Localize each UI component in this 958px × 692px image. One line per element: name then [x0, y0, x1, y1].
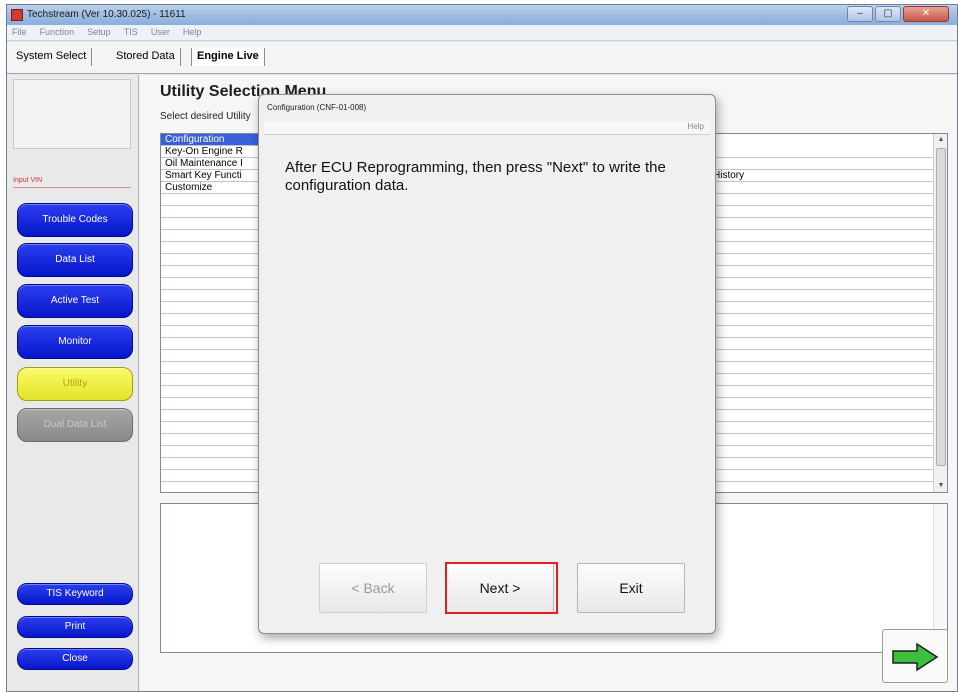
menu-setup[interactable]: Setup — [82, 25, 116, 37]
window-title: Techstream (Ver 10.30.025) - 11611 — [27, 9, 186, 20]
active-test-button[interactable]: Active Test — [17, 284, 133, 318]
exit-button[interactable]: Exit — [577, 563, 685, 613]
scroll-down-icon[interactable]: ▼ — [934, 480, 947, 492]
monitor-button[interactable]: Monitor — [17, 325, 133, 359]
tab-stored-data[interactable]: Stored Data — [111, 48, 181, 66]
tab-system-select[interactable]: System Select — [11, 48, 93, 66]
trouble-codes-button[interactable]: Trouble Codes — [17, 203, 133, 237]
menu-bar: File Function Setup TIS User Help — [7, 25, 957, 41]
arrow-right-icon — [892, 642, 939, 672]
ecu-info-panel — [13, 79, 131, 149]
dialog-help-bar: Help — [264, 121, 710, 135]
dialog-title: Configuration (CNF-01-008) — [267, 103, 367, 112]
close-window-button[interactable]: ✕ — [903, 6, 949, 22]
dialog-message: After ECU Reprogramming, then press "Nex… — [285, 159, 666, 194]
dialog-help-link[interactable]: Help — [688, 122, 704, 131]
next-button-highlight — [445, 562, 558, 614]
close-button[interactable]: Close — [17, 648, 133, 670]
menu-help[interactable]: Help — [178, 25, 207, 37]
input-vin-link[interactable]: Input VIN — [13, 177, 42, 184]
menu-tis[interactable]: TIS — [119, 25, 143, 37]
print-button[interactable]: Print — [17, 616, 133, 638]
configuration-dialog: Configuration (CNF-01-008) Help After EC… — [258, 94, 716, 634]
tab-engine-live[interactable]: Engine Live — [191, 48, 265, 66]
dual-data-list-button[interactable]: Dual Data List — [17, 408, 133, 442]
data-list-button[interactable]: Data List — [17, 243, 133, 277]
app-icon — [11, 9, 23, 21]
list-scrollbar[interactable]: ▲ ▼ — [933, 134, 947, 492]
menu-function[interactable]: Function — [35, 25, 80, 37]
menu-file[interactable]: File — [7, 25, 32, 37]
vin-divider — [13, 187, 131, 188]
scroll-up-icon[interactable]: ▲ — [934, 134, 947, 146]
utility-button[interactable]: Utility — [17, 367, 133, 401]
title-bar: Techstream (Ver 10.30.025) - 11611 – ▢ ✕ — [7, 5, 957, 25]
scroll-thumb[interactable] — [936, 148, 946, 466]
tis-keyword-button[interactable]: TIS Keyword — [17, 583, 133, 605]
maximize-button[interactable]: ▢ — [875, 6, 901, 22]
back-button[interactable]: < Back — [319, 563, 427, 613]
sidebar: Input VIN Trouble Codes Data List Active… — [7, 75, 139, 691]
page-subtitle: Select desired Utility — [160, 111, 251, 122]
tab-bar: System Select Stored Data Engine Live — [7, 42, 957, 74]
list-item-label: Smart Key Functi — [165, 170, 242, 181]
minimize-button[interactable]: – — [847, 6, 873, 22]
list-item-configuration[interactable]: Configuration — [161, 134, 261, 146]
list-item-history: History — [713, 170, 745, 181]
menu-user[interactable]: User — [146, 25, 175, 37]
next-arrow-button[interactable] — [882, 629, 948, 683]
